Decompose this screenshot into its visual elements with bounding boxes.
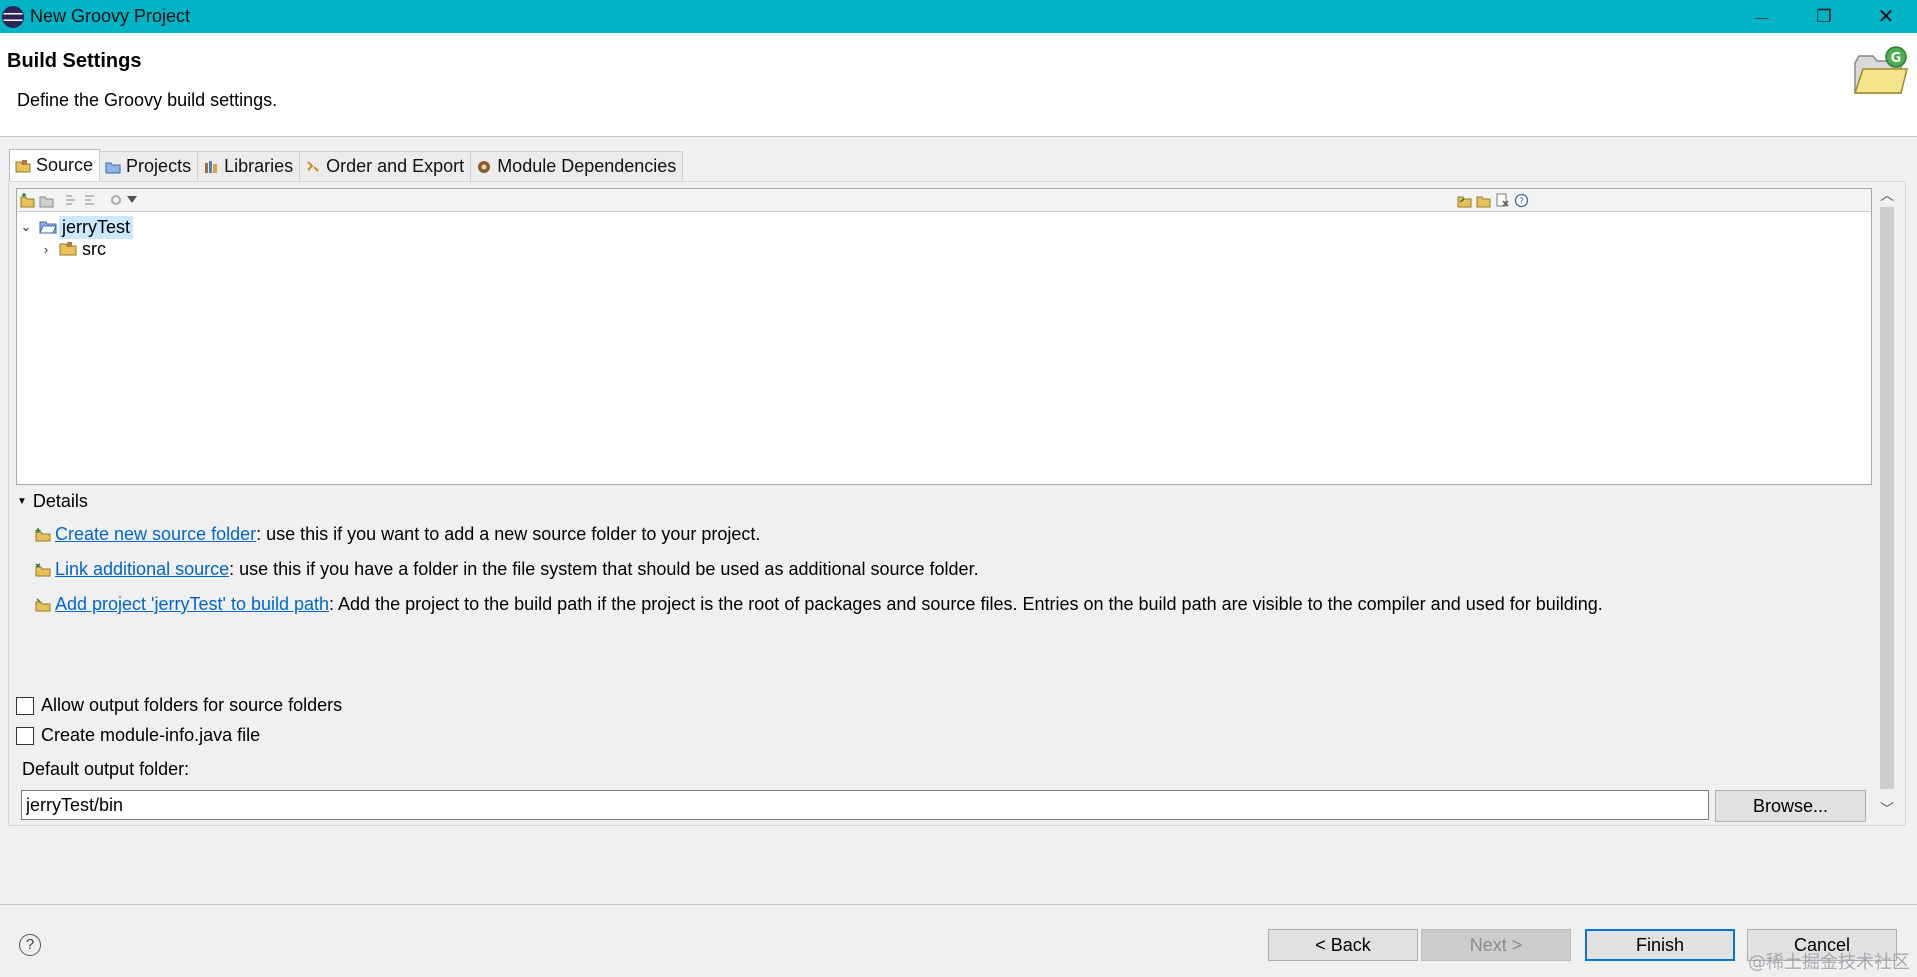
project-folder-icon (39, 221, 57, 234)
tab-module-dependencies[interactable]: Module Dependencies (470, 151, 684, 181)
checkbox-label: Allow output folders for source folders (41, 695, 343, 715)
page-title: Build Settings (7, 50, 142, 72)
close-button[interactable]: ✕ (1855, 0, 1917, 33)
svg-text:?: ? (1519, 197, 1524, 207)
add-to-build-path-icon (35, 597, 51, 611)
order-export-icon (307, 160, 319, 172)
window-title: New Groovy Project (30, 6, 191, 26)
link-additional-source-link[interactable]: Link additional source (55, 559, 229, 580)
title-bar: New Groovy Project — ❐ ✕ (0, 0, 1917, 33)
tree-toolbar: ? (16, 188, 1872, 212)
svg-text:G: G (1891, 51, 1902, 66)
detail-link-additional-source: Link additional source : use this if you… (35, 559, 979, 580)
expanded-chevron-icon[interactable]: ⌄ (19, 219, 33, 235)
restore-icon: ❐ (1816, 6, 1832, 26)
module-icon (478, 160, 491, 173)
collapsed-chevron-icon[interactable]: › (39, 242, 53, 257)
default-output-folder-input[interactable] (21, 790, 1709, 820)
vertical-scrollbar[interactable]: ︿ ﹀ (1877, 185, 1897, 822)
expand-all-icon[interactable] (83, 193, 98, 208)
detail-text: : Add the project to the build path if t… (329, 594, 1603, 614)
tab-label: Module Dependencies (497, 156, 677, 176)
collapse-all-icon[interactable] (64, 193, 79, 208)
tab-label: Libraries (224, 156, 294, 176)
add-link-icon[interactable] (1457, 193, 1472, 208)
allow-output-folders-checkbox[interactable] (16, 696, 34, 715)
minimize-icon: — (1755, 8, 1769, 25)
back-button[interactable]: < Back (1268, 929, 1418, 961)
remove-icon[interactable] (1495, 193, 1510, 208)
create-module-info-checkbox[interactable] (16, 726, 34, 745)
scroll-up-icon[interactable]: ︿ (1877, 185, 1897, 207)
link-source-icon[interactable] (39, 193, 54, 208)
detail-create-source-folder: Create new source folder : use this if y… (35, 524, 760, 545)
build-path-tabs: Source Projects Libraries Order and Expo… (9, 149, 684, 181)
source-folder-icon (15, 159, 31, 172)
browse-button[interactable]: Browse... (1715, 790, 1866, 822)
help-icon[interactable]: ? (1514, 193, 1529, 208)
create-module-info-option[interactable]: Create module-info.java file (16, 725, 260, 746)
watermark: @稀土掘金技术社区 (1748, 952, 1910, 973)
new-source-folder-icon (35, 527, 51, 541)
page-description: Define the Groovy build settings. (17, 90, 278, 110)
wizard-header: Build Settings Define the Groovy build s… (0, 33, 1917, 137)
detail-text: : use this if you have a folder in the f… (229, 559, 979, 579)
add-folder-icon[interactable] (1476, 193, 1491, 208)
detail-add-project-build-path: Add project 'jerryTest' to build path : … (35, 594, 1603, 615)
create-source-folder-link[interactable]: Create new source folder (55, 524, 256, 545)
tab-order-and-export[interactable]: Order and Export (299, 151, 472, 181)
projects-icon (105, 162, 121, 173)
dropdown-arrow-icon[interactable] (127, 196, 137, 204)
libraries-icon (205, 160, 218, 173)
tab-label: Order and Export (326, 156, 465, 176)
source-folder-icon (59, 242, 77, 256)
tab-label: Source (36, 155, 94, 175)
detail-text: : use this if you want to add a new sour… (256, 524, 761, 544)
eclipse-app-icon (2, 5, 24, 28)
finish-button[interactable]: Finish (1585, 929, 1735, 961)
tab-label: Projects (126, 156, 192, 176)
help-icon[interactable]: ? (19, 934, 41, 956)
next-button[interactable]: Next > (1421, 929, 1571, 961)
details-heading: Details (32, 491, 88, 511)
add-project-build-path-link[interactable]: Add project 'jerryTest' to build path (55, 594, 329, 615)
configure-icon[interactable] (109, 193, 124, 208)
tab-projects[interactable]: Projects (99, 151, 199, 181)
tree-item-src[interactable]: › src (39, 236, 109, 262)
tab-libraries[interactable]: Libraries (197, 151, 301, 181)
scrollbar-thumb[interactable] (1880, 207, 1894, 789)
allow-output-folders-option[interactable]: Allow output folders for source folders (16, 695, 342, 716)
link-source-icon (35, 562, 51, 576)
footer-divider (0, 904, 1917, 905)
add-source-folder-icon[interactable] (20, 193, 35, 208)
restore-button[interactable]: ❐ (1793, 0, 1855, 33)
minimize-button[interactable]: — (1731, 0, 1793, 33)
scroll-down-icon[interactable]: ﹀ (1877, 799, 1897, 821)
tab-source[interactable]: Source (9, 149, 101, 181)
checkbox-label: Create module-info.java file (41, 725, 261, 745)
default-output-folder-label: Default output folder: (22, 759, 190, 779)
source-tree: ⌄ jerryTest › src (16, 212, 1872, 485)
close-icon: ✕ (1877, 6, 1895, 28)
collapse-triangle-icon: ▼ (17, 496, 27, 507)
groovy-folder-icon: G (1853, 46, 1908, 94)
tree-item-label: src (82, 238, 106, 259)
details-section-header[interactable]: ▼ Details (17, 491, 88, 512)
